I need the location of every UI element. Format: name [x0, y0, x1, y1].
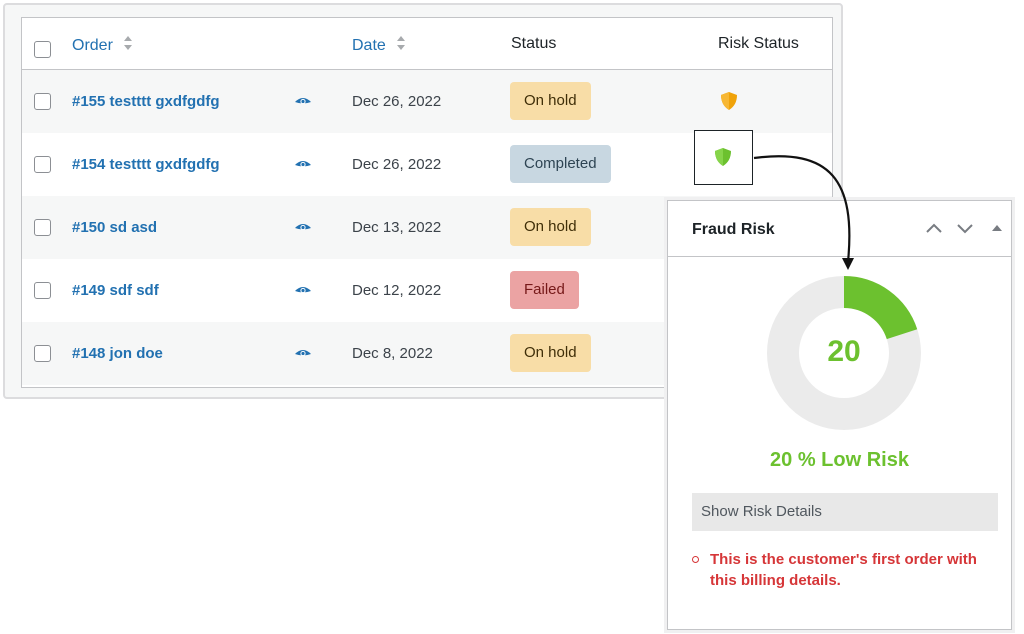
table-header: Order Date Status Risk Status	[22, 18, 832, 70]
status-badge: Completed	[510, 145, 611, 183]
order-date: Dec 12, 2022	[352, 282, 442, 299]
risk-note: This is the customer's first order with …	[692, 549, 992, 591]
eye-icon[interactable]	[294, 347, 312, 361]
status-badge: On hold	[510, 82, 591, 120]
panel-header: Fraud Risk	[668, 201, 1011, 257]
date-header-label: Date	[352, 37, 386, 54]
order-date: Dec 26, 2022	[352, 156, 442, 173]
order-column-header[interactable]: Order	[72, 34, 133, 56]
select-all-checkbox[interactable]	[34, 41, 51, 58]
order-link[interactable]: #148 jon doe	[72, 344, 163, 364]
order-link[interactable]: #154 testttt gxdfgdfg	[72, 155, 220, 175]
sort-arrows-icon[interactable]	[396, 34, 406, 52]
shield-icon[interactable]	[714, 147, 732, 167]
order-link[interactable]: #150 sd asd	[72, 218, 157, 238]
order-link[interactable]: #155 testttt gxdfgdfg	[72, 92, 220, 112]
status-badge: Failed	[510, 271, 579, 309]
date-column-header[interactable]: Date	[352, 34, 406, 56]
fraud-risk-panel: Fraud Risk 20 20 % Low Risk Show Risk De…	[667, 200, 1012, 630]
risk-level-label: 20 % Low Risk	[770, 449, 909, 471]
chevron-up-icon[interactable]	[925, 221, 943, 235]
risk-score: 20	[827, 335, 861, 368]
eye-icon[interactable]	[294, 158, 312, 172]
row-checkbox[interactable]	[34, 219, 51, 236]
donut-score-arc	[843, 276, 918, 340]
eye-icon[interactable]	[294, 95, 312, 109]
row-checkbox[interactable]	[34, 93, 51, 110]
chevron-down-icon[interactable]	[956, 221, 974, 235]
risk-status-column-header: Risk Status	[718, 35, 799, 52]
table-row: #155 testttt gxdfgdfg Dec 26, 2022 On ho…	[22, 70, 832, 133]
status-column-header: Status	[511, 35, 557, 52]
order-date: Dec 8, 2022	[352, 345, 433, 362]
order-date: Dec 26, 2022	[352, 93, 442, 110]
status-badge: On hold	[510, 334, 591, 372]
row-checkbox[interactable]	[34, 282, 51, 299]
sort-arrows-icon[interactable]	[123, 34, 133, 52]
order-link[interactable]: #149 sdf sdf	[72, 281, 159, 301]
panel-title: Fraud Risk	[692, 221, 775, 238]
eye-icon[interactable]	[294, 284, 312, 298]
order-date: Dec 13, 2022	[352, 219, 442, 236]
order-header-label: Order	[72, 37, 113, 54]
show-risk-details-button[interactable]: Show Risk Details	[692, 493, 998, 531]
shield-icon[interactable]	[720, 91, 738, 111]
status-badge: On hold	[510, 208, 591, 246]
bullet-icon	[692, 556, 699, 563]
caret-up-icon[interactable]	[988, 221, 1006, 235]
risk-note-text: This is the customer's first order with …	[710, 551, 977, 589]
eye-icon[interactable]	[294, 221, 312, 235]
row-checkbox[interactable]	[34, 345, 51, 362]
row-checkbox[interactable]	[34, 156, 51, 173]
risk-status-highlight[interactable]	[694, 130, 753, 185]
